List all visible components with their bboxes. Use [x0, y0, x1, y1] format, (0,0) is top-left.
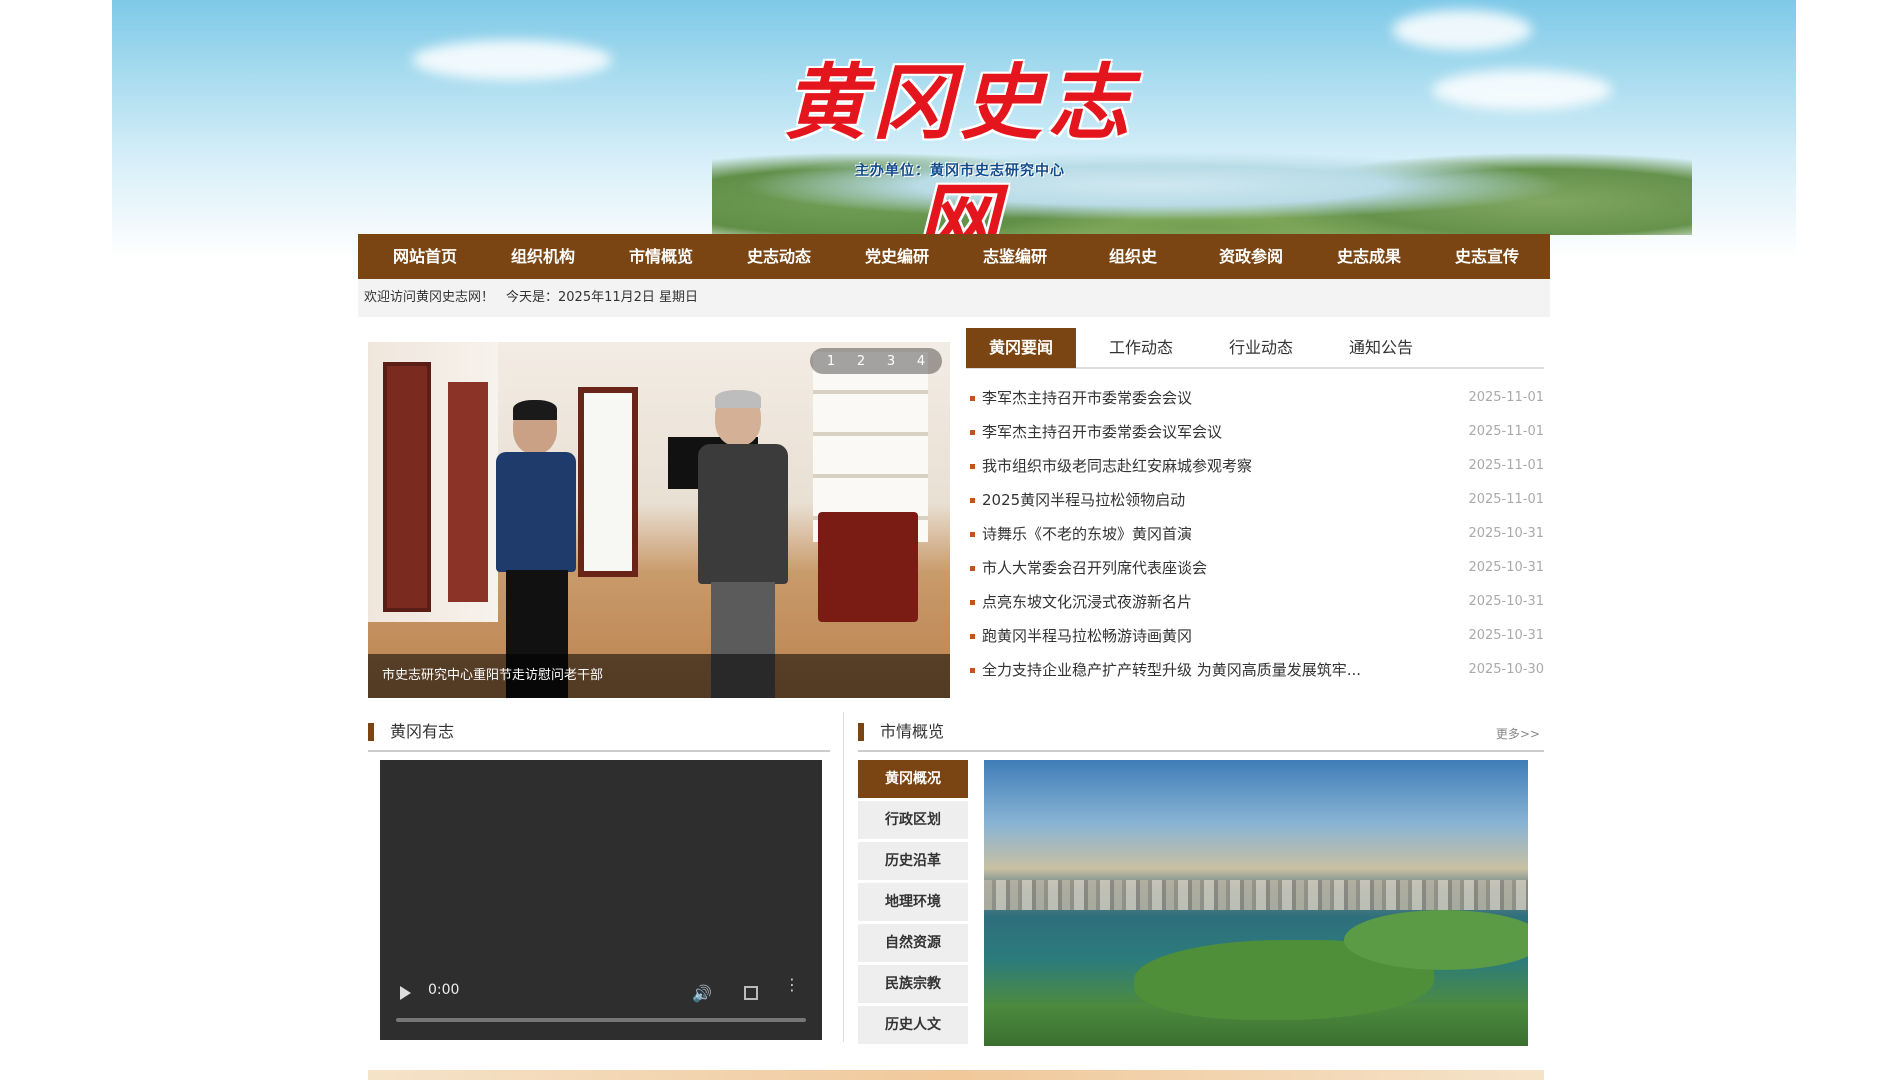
- fullscreen-icon[interactable]: [744, 986, 758, 1000]
- welcome-text: 欢迎访问黄冈史志网！: [364, 290, 495, 305]
- list-item[interactable]: 李军杰主持召开市委常委会议军会议 2025-11-01: [966, 415, 1544, 449]
- nav-news[interactable]: 史志动态: [720, 234, 838, 279]
- menu-item-districts[interactable]: 行政区划: [858, 801, 968, 839]
- news-title[interactable]: 全力支持企业稳产扩产转型升级 为黄冈高质量发展筑牢...: [966, 653, 1361, 687]
- menu-item-ethnicity[interactable]: 民族宗教: [858, 965, 968, 1003]
- list-item[interactable]: 诗舞乐《不老的东坡》黄冈首演 2025-10-31: [966, 517, 1544, 551]
- city-overview-menu: 黄冈概况 行政区划 历史沿革 地理环境 自然资源 民族宗教 历史人文: [858, 760, 968, 1047]
- nav-party-history[interactable]: 党史编研: [838, 234, 956, 279]
- welcome-bar: 欢迎访问黄冈史志网！ 今天是：2025年11月2日 星期日: [358, 279, 1550, 317]
- news-title[interactable]: 跑黄冈半程马拉松畅游诗画黄冈: [966, 619, 1192, 653]
- list-item[interactable]: 全力支持企业稳产扩产转型升级 为黄冈高质量发展筑牢... 2025-10-30: [966, 653, 1544, 687]
- news-date: 2025-10-31: [1468, 526, 1544, 541]
- section-header-huanggang-annals: 黄冈有志: [368, 712, 830, 752]
- news-title[interactable]: 诗舞乐《不老的东坡》黄冈首演: [966, 517, 1192, 551]
- cloud-decoration: [412, 40, 612, 80]
- news-date: 2025-11-01: [1468, 492, 1544, 507]
- slide-image-part: [383, 362, 431, 612]
- section-title: 黄冈有志: [390, 722, 455, 741]
- tab-huanggang-news[interactable]: 黄冈要闻: [966, 328, 1076, 368]
- slider-page-4[interactable]: 4: [906, 354, 936, 369]
- more-link[interactable]: 更多>>: [1496, 714, 1540, 754]
- tab-industry-updates[interactable]: 行业动态: [1206, 328, 1316, 368]
- play-icon[interactable]: [400, 986, 411, 1000]
- section-header-city-overview: 市情概览 更多>>: [858, 712, 1544, 752]
- list-item[interactable]: 市人大常委会召开列席代表座谈会 2025-10-31: [966, 551, 1544, 585]
- slide-image-part: [448, 382, 488, 602]
- volume-icon[interactable]: 🔊: [692, 984, 712, 1003]
- news-date: 2025-10-31: [1468, 628, 1544, 643]
- cloud-decoration: [1392, 10, 1532, 50]
- slider-caption[interactable]: 市史志研究中心重阳节走访慰问老干部: [368, 654, 950, 698]
- section-title: 市情概览: [880, 722, 945, 741]
- news-date: 2025-11-01: [1468, 424, 1544, 439]
- news-date: 2025-10-31: [1468, 594, 1544, 609]
- news-title[interactable]: 李军杰主持召开市委常委会会议: [966, 381, 1192, 415]
- list-item[interactable]: 李军杰主持召开市委常委会会议 2025-11-01: [966, 381, 1544, 415]
- list-item[interactable]: 我市组织市级老同志赴红安麻城参观考察 2025-11-01: [966, 449, 1544, 483]
- news-title[interactable]: 我市组织市级老同志赴红安麻城参观考察: [966, 449, 1252, 483]
- sponsor-text: 主办单位：黄冈市史志研究中心: [855, 163, 1065, 179]
- menu-item-culture[interactable]: 历史人文: [858, 1006, 968, 1044]
- news-panel: 黄冈要闻 工作动态 行业动态 通知公告 李军杰主持召开市委常委会会议 2025-1…: [966, 328, 1544, 698]
- news-date: 2025-11-01: [1468, 390, 1544, 405]
- video-player[interactable]: 0:00 🔊 ⋮: [380, 760, 822, 1040]
- nav-achievements[interactable]: 史志成果: [1310, 234, 1428, 279]
- menu-item-geography[interactable]: 地理环境: [858, 883, 968, 921]
- slide-image-part: [818, 512, 918, 622]
- divider: [843, 712, 844, 1042]
- main-nav: 网站首页 组织机构 市情概览 史志动态 党史编研 志鉴编研 组织史 资政参阅 史…: [358, 234, 1550, 279]
- date-text: 今天是：2025年11月2日 星期日: [506, 290, 699, 305]
- news-date: 2025-10-30: [1468, 662, 1544, 677]
- slider-page-1[interactable]: 1: [816, 354, 846, 369]
- image-slider[interactable]: 1 2 3 4 市史志研究中心重阳节走访慰问老干部: [368, 342, 950, 698]
- slide-image-part: [578, 387, 638, 577]
- slider-page-3[interactable]: 3: [876, 354, 906, 369]
- video-time: 0:00: [428, 982, 460, 998]
- menu-item-history[interactable]: 历史沿革: [858, 842, 968, 880]
- list-item[interactable]: 跑黄冈半程马拉松畅游诗画黄冈 2025-10-31: [966, 619, 1544, 653]
- special-topic-banner[interactable]: [368, 1070, 1544, 1080]
- menu-item-resources[interactable]: 自然资源: [858, 924, 968, 962]
- tab-work-updates[interactable]: 工作动态: [1086, 328, 1196, 368]
- video-controls: 0:00 🔊 ⋮: [380, 970, 822, 1040]
- nav-home[interactable]: 网站首页: [366, 234, 484, 279]
- more-options-icon[interactable]: ⋮: [784, 977, 800, 993]
- nav-organization[interactable]: 组织机构: [484, 234, 602, 279]
- list-item[interactable]: 点亮东坡文化沉浸式夜游新名片 2025-10-31: [966, 585, 1544, 619]
- news-title[interactable]: 2025黄冈半程马拉松领物启动: [966, 483, 1185, 517]
- slider-page-2[interactable]: 2: [846, 354, 876, 369]
- news-title[interactable]: 点亮东坡文化沉浸式夜游新名片: [966, 585, 1192, 619]
- nav-publicity[interactable]: 史志宣传: [1428, 234, 1546, 279]
- nav-city-overview[interactable]: 市情概览: [602, 234, 720, 279]
- nav-annals[interactable]: 志鉴编研: [956, 234, 1074, 279]
- site-logo-title[interactable]: 黄冈史志网: [760, 36, 1160, 270]
- news-title[interactable]: 市人大常委会召开列席代表座谈会: [966, 551, 1207, 585]
- news-title[interactable]: 李军杰主持召开市委常委会议军会议: [966, 415, 1222, 449]
- menu-item-overview[interactable]: 黄冈概况: [858, 760, 968, 798]
- video-progress-bar[interactable]: [396, 1018, 806, 1022]
- list-item[interactable]: 2025黄冈半程马拉松领物启动 2025-11-01: [966, 483, 1544, 517]
- tab-notices[interactable]: 通知公告: [1326, 328, 1436, 368]
- slide-person: [693, 390, 793, 698]
- nav-org-history[interactable]: 组织史: [1074, 234, 1192, 279]
- news-tabs: 黄冈要闻 工作动态 行业动态 通知公告: [966, 328, 1544, 369]
- news-list: 李军杰主持召开市委常委会会议 2025-11-01 李军杰主持召开市委常委会议军会…: [966, 381, 1544, 687]
- city-aerial-photo: [984, 760, 1528, 1046]
- news-date: 2025-11-01: [1468, 458, 1544, 473]
- photo-part: [1344, 910, 1528, 970]
- news-date: 2025-10-31: [1468, 560, 1544, 575]
- photo-part: [984, 880, 1528, 910]
- nav-advisory[interactable]: 资政参阅: [1192, 234, 1310, 279]
- slider-pagination: 1 2 3 4: [810, 348, 942, 374]
